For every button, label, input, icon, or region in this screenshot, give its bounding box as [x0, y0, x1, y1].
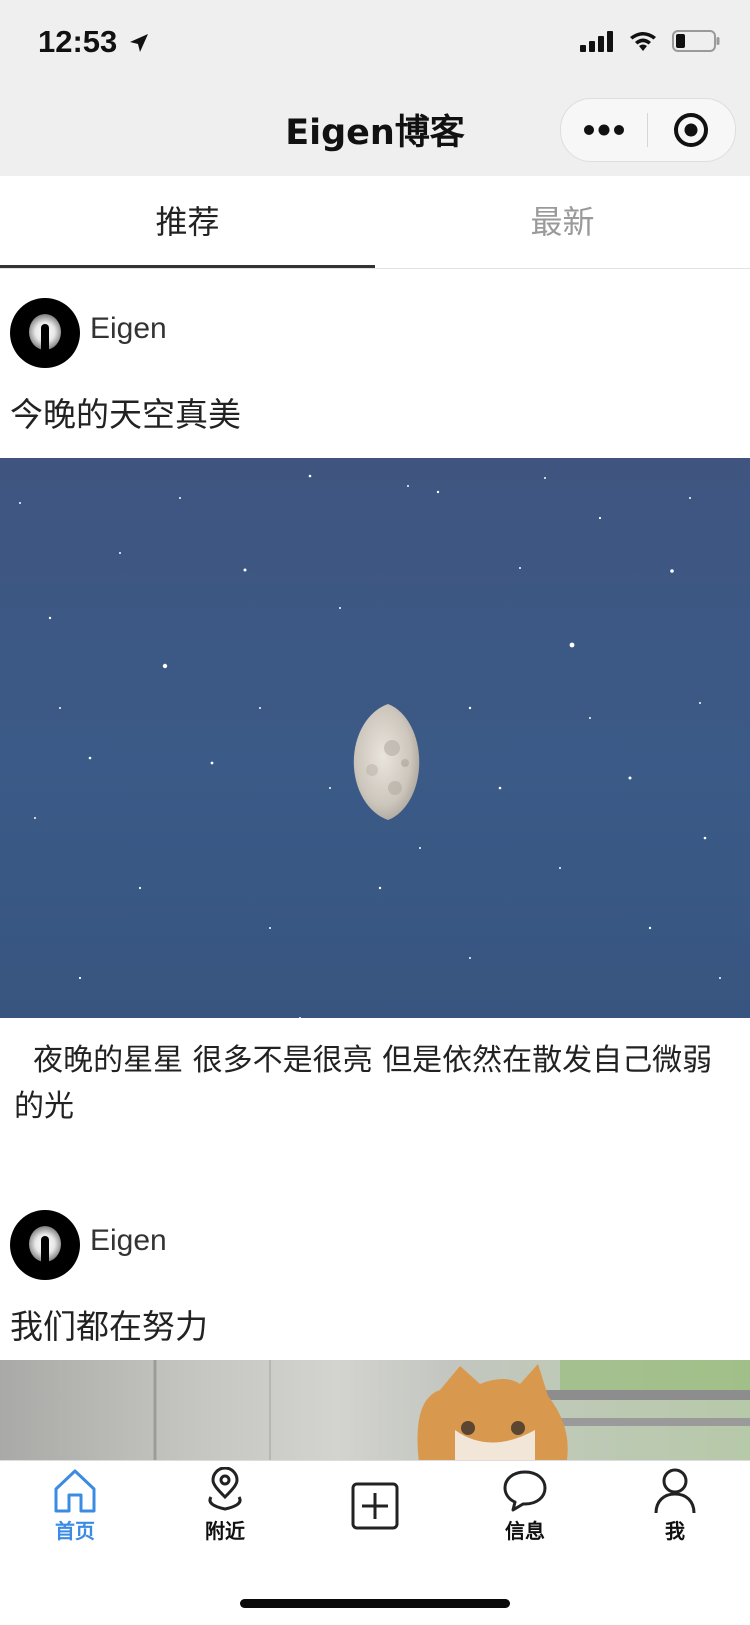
tab-me-label: 我 — [665, 1519, 685, 1543]
nav-bar: Eigen博客 — [0, 90, 750, 176]
more-icon — [584, 124, 624, 136]
message-bubble-icon — [503, 1470, 547, 1512]
bottom-tab-bar: 首页 附近 信息 我 — [0, 1460, 750, 1625]
more-button[interactable] — [561, 99, 647, 161]
status-time-text: 12:53 — [38, 24, 118, 59]
avatar-figure — [41, 1236, 49, 1270]
tab-nearby[interactable]: 附近 — [150, 1467, 300, 1557]
author-name[interactable]: Eigen — [90, 1224, 167, 1258]
cat-photo-image — [153, 1360, 750, 1460]
post-header: Eigen — [0, 1180, 750, 1310]
add-post-icon — [351, 1482, 399, 1530]
post-image-moon[interactable] — [0, 458, 750, 1018]
tab-recommend[interactable]: 推荐 — [0, 176, 375, 268]
close-button[interactable] — [648, 99, 734, 161]
post-header: Eigen — [0, 268, 750, 398]
post-image-cat[interactable] — [0, 1360, 750, 1460]
avatar[interactable] — [10, 298, 80, 368]
location-arrow-icon — [129, 34, 148, 52]
tab-nearby-label: 附近 — [205, 1519, 245, 1543]
post-body: 夜晚的星星 很多不是很亮 但是依然在散发自己微弱的光 — [14, 1043, 713, 1124]
close-target-icon — [674, 113, 708, 147]
status-icons — [580, 30, 720, 52]
status-time: 12:53 — [38, 24, 150, 60]
tab-latest[interactable]: 最新 — [375, 176, 750, 268]
signal-icon — [580, 31, 613, 52]
tab-home[interactable]: 首页 — [0, 1467, 150, 1557]
home-icon — [54, 1469, 96, 1513]
post-feed: Eigen 今晚的天空真美 夜晚的星星 很多不是很亮 但是依然在散发自己微弱的光… — [0, 268, 750, 1460]
post-card[interactable]: Eigen 我们都在努力 — [0, 1180, 750, 1460]
mini-program-capsule — [560, 98, 736, 162]
avatar-figure — [41, 324, 49, 358]
wifi-icon — [630, 32, 656, 51]
post-card[interactable]: Eigen 今晚的天空真美 夜晚的星星 很多不是很亮 但是依然在散发自己微弱的光 — [0, 268, 750, 1180]
tab-messages[interactable]: 信息 — [450, 1467, 600, 1557]
tab-me[interactable]: 我 — [600, 1467, 750, 1557]
tab-add-post[interactable] — [300, 1467, 450, 1557]
night-sky-image — [19, 474, 721, 1018]
status-bar: 12:53 — [0, 0, 750, 90]
home-indicator[interactable] — [240, 1599, 510, 1608]
battery-icon — [672, 30, 720, 52]
tab-messages-label: 信息 — [505, 1519, 545, 1543]
author-name[interactable]: Eigen — [90, 312, 167, 346]
post-title: 今晚的天空真美 — [10, 395, 241, 434]
tab-home-label: 首页 — [55, 1519, 95, 1543]
avatar[interactable] — [10, 1210, 80, 1280]
person-icon — [654, 1468, 696, 1513]
location-pin-icon — [208, 1467, 242, 1511]
feed-tab-bar: 推荐 最新 — [0, 176, 750, 269]
